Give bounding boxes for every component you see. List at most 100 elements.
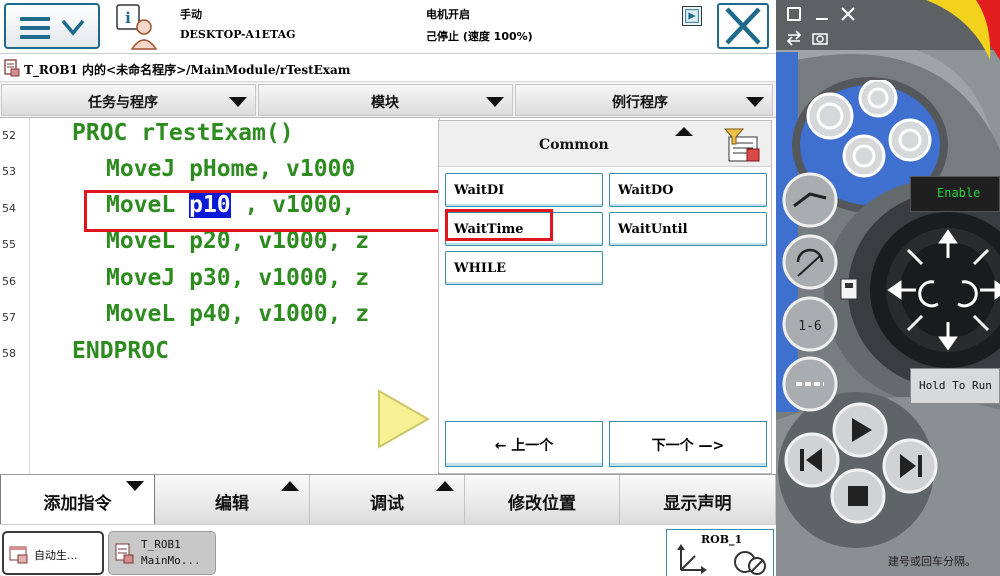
mechanical-unit-indicator[interactable]: ROB_1: [666, 529, 774, 576]
dropdown-icon: [486, 97, 504, 107]
line-number-gutter: 52 53 54 55 56 57 58: [0, 118, 30, 474]
key-4-button[interactable]: [888, 118, 932, 162]
close-icon: [725, 7, 761, 45]
line-number: 54: [2, 202, 16, 215]
toggle-linear-mode-button[interactable]: 1-6: [782, 296, 838, 352]
top-bar: i 手动 DESKTOP-A1ETAG 电机开启 己停止 (速度 100%): [0, 0, 776, 54]
quickset-icon[interactable]: [682, 6, 702, 26]
code-line[interactable]: MoveL p40, v1000, z: [106, 301, 369, 327]
step-backward-button[interactable]: [784, 432, 840, 488]
code-line[interactable]: MoveJ pHome, v1000: [106, 156, 355, 182]
line-number: 57: [2, 311, 16, 324]
tab-label: 任务与程序: [88, 95, 158, 111]
module-navigation-bar: 任务与程序 模块 例行程序: [0, 82, 776, 118]
flexpendant-screen: i 手动 DESKTOP-A1ETAG 电机开启 己停止 (速度 100%) T…: [0, 0, 776, 576]
robot-label: ROB_1: [701, 533, 743, 546]
increment-icon: [734, 551, 766, 575]
instruction-waitdo[interactable]: WaitDO: [609, 173, 767, 207]
code-line[interactable]: PROC rTestExam(): [72, 120, 294, 146]
key-3-button[interactable]: [842, 134, 886, 178]
code-line[interactable]: ENDPROC: [72, 338, 169, 364]
key-2-button[interactable]: [858, 80, 898, 118]
event-log-icon[interactable]: i: [112, 3, 162, 51]
enable-indicator[interactable]: Enable: [910, 176, 1000, 212]
host-name: DESKTOP-A1ETAG: [180, 28, 296, 41]
task-label: MainMo...: [141, 554, 201, 567]
status-panel: 手动 DESKTOP-A1ETAG 电机开启 己停止 (速度 100%): [170, 2, 710, 50]
instruction-label: WaitDO: [618, 183, 674, 198]
enable-label: Enable: [937, 186, 981, 200]
chevron-down-icon: [61, 19, 85, 36]
task-label: T_ROB1: [141, 538, 181, 551]
select-unit-button[interactable]: [782, 172, 838, 228]
modify-position-button[interactable]: 修改位置: [465, 475, 620, 525]
code-editor[interactable]: 52 53 54 55 56 57 58 PROC rTestExam() Mo…: [0, 118, 442, 474]
button-label: 调试: [370, 494, 404, 514]
breadcrumb: T_ROB1 内的<未命名程序>/MainModule/rTestExam: [0, 54, 776, 82]
hamburger-icon: [20, 17, 50, 39]
picker-category-title[interactable]: Common: [539, 137, 609, 153]
dropdown-icon: [746, 97, 764, 107]
step-forward-button[interactable]: [882, 438, 938, 494]
code-line[interactable]: MoveJ p30, v1000, z: [106, 265, 369, 291]
footnote-text: 建号或回车分隔。: [888, 555, 976, 568]
debug-button[interactable]: 调试: [310, 475, 465, 525]
next-page-button[interactable]: 下一个 —>: [609, 421, 767, 467]
show-declaration-button[interactable]: 显示声明: [620, 475, 776, 525]
svg-text:1-6: 1-6: [798, 319, 821, 334]
tab-label: 模块: [371, 95, 399, 111]
dropdown-icon: [229, 97, 247, 107]
joystick[interactable]: [886, 228, 1000, 352]
annotation-highlight-box: [445, 209, 553, 241]
pointer-arrow-icon: [378, 389, 431, 449]
close-button[interactable]: [717, 3, 769, 49]
program-icon: [4, 59, 20, 77]
task-auto-generated[interactable]: 自动生...: [2, 531, 104, 575]
edit-button[interactable]: 编辑: [155, 475, 310, 525]
popup-up-icon: [436, 481, 454, 491]
coordinate-axes-icon: [677, 544, 707, 574]
tab-modules[interactable]: 模块: [258, 84, 513, 116]
button-label: 修改位置: [508, 494, 576, 514]
program-run-controls: [784, 402, 938, 524]
picker-header: Common: [439, 121, 771, 167]
instruction-picker: Common WaitDI WaitDO WaitTime WaitUntil …: [438, 120, 772, 474]
line-number: 52: [2, 129, 16, 142]
mode-status: 手动: [180, 8, 202, 21]
instruction-waitdi[interactable]: WaitDI: [445, 173, 603, 207]
instruction-label: WaitDI: [454, 183, 505, 198]
usb-port-icon: [840, 278, 858, 300]
motor-status: 电机开启: [426, 8, 470, 21]
line-number: 55: [2, 238, 16, 251]
instruction-label: WHILE: [454, 261, 507, 276]
program-icon: [115, 543, 134, 564]
tab-routines[interactable]: 例行程序: [515, 84, 773, 116]
button-label: 添加指令: [43, 494, 112, 514]
button-label: 下一个 —>: [651, 438, 725, 454]
task-label: 自动生...: [34, 549, 78, 562]
collapse-up-icon[interactable]: [675, 127, 693, 136]
stop-button[interactable]: [830, 468, 886, 524]
line-number: 53: [2, 165, 16, 178]
line-number: 56: [2, 275, 16, 288]
start-button[interactable]: [832, 402, 888, 458]
teach-pendant-controller: 1-6 Enable Hold To Run 建号或回车分隔。: [776, 0, 1000, 576]
task-program-editor[interactable]: T_ROB1 MainMo...: [108, 531, 216, 575]
key-1-button[interactable]: [806, 92, 854, 140]
button-label: 显示声明: [663, 494, 732, 514]
button-label: ← 上一个: [494, 438, 554, 454]
instruction-waituntil[interactable]: WaitUntil: [609, 212, 767, 246]
instruction-while[interactable]: WHILE: [445, 251, 603, 285]
hold-to-run-button[interactable]: Hold To Run: [910, 368, 1000, 404]
tab-tasks-programs[interactable]: 任务与程序: [1, 84, 256, 116]
previous-page-button[interactable]: ← 上一个: [445, 421, 603, 467]
line-number: 58: [2, 347, 16, 360]
button-label: 编辑: [215, 494, 249, 514]
window-icon: [9, 546, 28, 564]
tab-label: 例行程序: [612, 95, 668, 111]
main-menu-button[interactable]: [4, 3, 100, 49]
filter-list-icon[interactable]: [723, 127, 761, 163]
add-instruction-button[interactable]: 添加指令: [0, 475, 155, 525]
toggle-motion-mode-button[interactable]: [782, 234, 838, 290]
run-state: 己停止 (速度 100%): [426, 30, 533, 43]
